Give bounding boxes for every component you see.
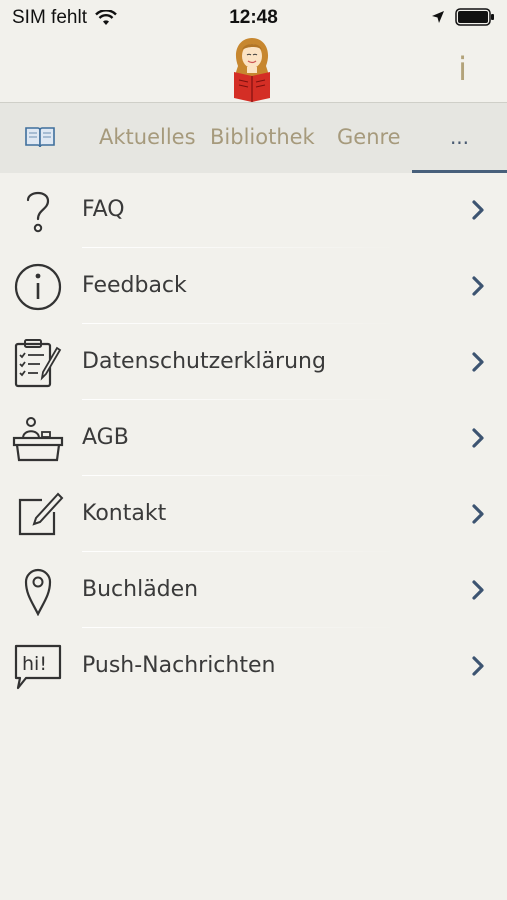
reading-girl-logo (234, 38, 270, 102)
status-bar: SIM fehlt 12:48 (0, 0, 507, 36)
info-button[interactable]: i (458, 50, 467, 88)
location-pin-icon (24, 568, 52, 616)
tab-genre[interactable]: Genre (337, 103, 401, 173)
chevron-right-icon (472, 428, 484, 448)
menu-item-label: Feedback (82, 273, 187, 298)
app-header: i (0, 36, 507, 102)
chevron-right-icon (472, 352, 484, 372)
location-arrow-icon (432, 11, 444, 23)
question-icon (26, 191, 50, 233)
menu-item-label: Kontakt (82, 501, 167, 526)
menu-item-kontakt[interactable]: Kontakt (0, 476, 507, 552)
chevron-right-icon (472, 656, 484, 676)
menu-item-feedback[interactable]: Feedback (0, 248, 507, 324)
menu-item-datenschutz[interactable]: Datenschutzerklärung (0, 324, 507, 400)
info-circle-icon (14, 263, 62, 311)
book-icon (25, 127, 55, 148)
chevron-right-icon (472, 276, 484, 296)
status-indicators (421, 8, 495, 26)
hi-speech-bubble-icon: hi! (14, 644, 62, 690)
menu-item-push-nachrichten[interactable]: hi! Push-Nachrichten (0, 628, 507, 704)
chevron-right-icon (472, 504, 484, 524)
wifi-icon (95, 10, 117, 25)
svg-text:hi!: hi! (22, 653, 47, 675)
edit-icon (18, 492, 64, 536)
tab-bar: Aktuelles Bibliothek Genre ... (0, 102, 507, 173)
tab-bibliothek[interactable]: Bibliothek (210, 103, 315, 173)
chevron-right-icon (472, 200, 484, 220)
menu-item-agb[interactable]: AGB (0, 400, 507, 476)
menu-item-label: Buchläden (82, 577, 199, 602)
more-menu-list: FAQ Feedback Datenschutzerklärung AGB Ko… (0, 172, 507, 704)
menu-item-buchlaeden[interactable]: Buchläden (0, 552, 507, 628)
desk-icon (12, 417, 64, 462)
menu-item-label: FAQ (82, 197, 125, 222)
tab-aktuelles[interactable]: Aktuelles (99, 103, 196, 173)
carrier-status: SIM fehlt (12, 7, 117, 29)
menu-item-faq[interactable]: FAQ (0, 172, 507, 248)
clipboard-icon (14, 339, 62, 388)
menu-item-label: Datenschutzerklärung (82, 349, 326, 374)
battery-icon (455, 8, 494, 26)
tab-more[interactable]: ... (412, 103, 507, 173)
chevron-right-icon (472, 580, 484, 600)
menu-item-label: Push-Nachrichten (82, 653, 276, 678)
tab-book[interactable] (24, 103, 56, 173)
carrier-label: SIM fehlt (12, 7, 87, 28)
menu-item-label: AGB (82, 425, 129, 450)
